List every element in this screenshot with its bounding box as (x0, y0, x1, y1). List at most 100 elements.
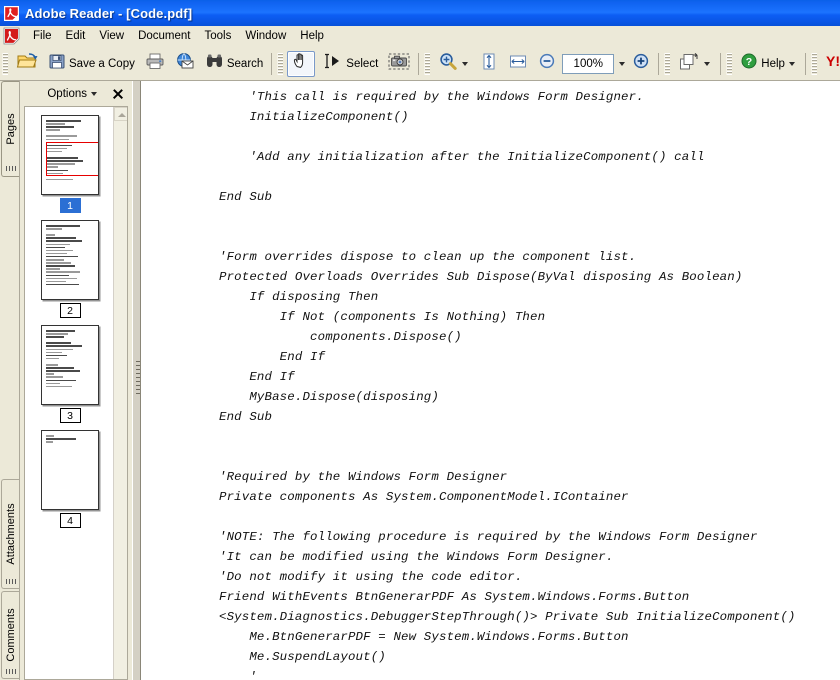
chevron-down-icon[interactable] (789, 62, 795, 66)
thumbnail-scrollbar[interactable] (113, 107, 127, 679)
toolbar: Save a Copy (0, 47, 840, 81)
svg-text:Y!: Y! (826, 53, 840, 69)
page-layout-button[interactable] (674, 51, 716, 77)
menu-help[interactable]: Help (293, 28, 331, 45)
zoom-in-button[interactable] (628, 51, 654, 77)
hand-tool-icon (291, 51, 311, 76)
binoculars-icon (205, 52, 224, 75)
camera-snapshot-icon (388, 52, 410, 76)
pages-panel: Options (20, 81, 132, 680)
toolbar-group-layout (662, 49, 717, 79)
page-layout-icon (678, 52, 700, 76)
toolbar-group-help: ? Help (724, 49, 802, 79)
menu-view[interactable]: View (92, 28, 131, 45)
zoom-tool-button[interactable] (434, 51, 474, 77)
toolbar-gripper[interactable] (424, 53, 430, 75)
pages-panel-header: Options (20, 81, 132, 106)
chevron-down-icon[interactable] (704, 62, 710, 66)
splitter-grip (136, 361, 140, 395)
toolbar-gripper[interactable] (726, 53, 732, 75)
toolbar-separator (658, 53, 659, 75)
adobe-reader-icon (3, 5, 20, 22)
save-a-copy-button[interactable]: Save a Copy (44, 51, 139, 77)
menu-edit[interactable]: Edit (59, 28, 93, 45)
thumbnail-item[interactable]: 1 (25, 115, 115, 213)
text-select-icon (321, 52, 343, 75)
scroll-up-arrow-icon[interactable] (114, 107, 128, 121)
chevron-down-icon[interactable] (619, 62, 625, 66)
zoom-out-icon (538, 52, 556, 75)
thumbnail-item[interactable]: 3 (25, 325, 115, 423)
navigation-tab-strip: Pages Attachments Comments (0, 81, 20, 680)
thumbnail-page-number[interactable]: 4 (60, 513, 81, 528)
select-tool-button[interactable]: Select (317, 51, 382, 77)
page-thumbnail-list[interactable]: 1 (24, 106, 128, 680)
sidebar-tab-attachments-label: Attachments (5, 503, 17, 564)
options-button[interactable]: Options (44, 86, 102, 102)
zoom-out-button[interactable] (534, 51, 560, 77)
magnifier-icon (438, 52, 458, 76)
toolbar-gripper[interactable] (277, 53, 283, 75)
adobe-reader-icon (2, 27, 22, 46)
zoom-level-input[interactable]: 100% (562, 54, 614, 74)
tab-grip (6, 166, 17, 171)
tab-grip (6, 669, 17, 674)
toolbar-gripper[interactable] (811, 53, 817, 75)
menu-window[interactable]: Window (238, 28, 293, 45)
thumbnail-page-2[interactable] (41, 220, 99, 300)
open-button[interactable] (12, 51, 42, 77)
toolbar-separator (418, 53, 419, 75)
menu-file[interactable]: File (26, 28, 59, 45)
search-button[interactable]: Search (201, 51, 267, 77)
thumbnail-item[interactable]: 4 (25, 430, 115, 528)
thumbnail-page-number[interactable]: 2 (60, 303, 81, 318)
panel-splitter[interactable] (132, 81, 141, 680)
svg-text:?: ? (746, 56, 752, 68)
toolbar-separator (805, 53, 806, 75)
open-folder-icon (16, 51, 38, 76)
pdf-code-text: 'This call is required by the Windows Fo… (141, 87, 840, 680)
fit-width-button[interactable] (504, 51, 532, 77)
sidebar-tab-pages[interactable]: Pages (1, 81, 19, 177)
sidebar-tab-comments-label: Comments (5, 608, 17, 661)
menu-document[interactable]: Document (131, 28, 197, 45)
thumbnail-page-4[interactable] (41, 430, 99, 510)
sidebar-tab-comments[interactable]: Comments (1, 591, 19, 679)
print-button[interactable] (141, 51, 169, 77)
fit-page-button[interactable] (476, 51, 502, 77)
thumbnail-item[interactable]: 2 (25, 220, 115, 318)
thumbnail-page-number[interactable]: 1 (60, 198, 81, 213)
help-label: Help (761, 58, 785, 70)
toolbar-group-tools: Select (275, 49, 415, 79)
yahoo-toolbar-button[interactable]: Y! (821, 51, 840, 77)
search-label: Search (227, 58, 263, 70)
thumbnail-page-1[interactable] (41, 115, 99, 195)
title-bar: Adobe Reader - [Code.pdf] (0, 0, 840, 26)
sidebar-tab-attachments[interactable]: Attachments (1, 479, 19, 589)
thumbnail-page-number[interactable]: 3 (60, 408, 81, 423)
thumbnail-container: 1 (25, 107, 115, 679)
close-icon[interactable] (110, 86, 126, 102)
sidebar-tab-pages-label: Pages (5, 113, 17, 144)
chevron-down-icon[interactable] (462, 62, 468, 66)
window-title: Adobe Reader - [Code.pdf] (25, 6, 192, 21)
workspace: Pages Attachments Comments Options (0, 81, 840, 680)
fit-width-icon (508, 52, 528, 76)
toolbar-separator (720, 53, 721, 75)
fit-page-icon (480, 52, 498, 76)
email-globe-icon (175, 52, 195, 75)
options-label: Options (47, 88, 87, 100)
snapshot-button[interactable] (384, 51, 414, 77)
email-button[interactable] (171, 51, 199, 77)
hand-tool-button[interactable] (287, 51, 315, 77)
menu-tools[interactable]: Tools (198, 28, 239, 45)
thumbnail-page-3[interactable] (41, 325, 99, 405)
toolbar-gripper[interactable] (2, 53, 8, 75)
help-button[interactable]: ? Help (736, 51, 801, 77)
pdf-page: 'This call is required by the Windows Fo… (141, 81, 840, 680)
help-circle-icon: ? (740, 52, 758, 75)
toolbar-gripper[interactable] (664, 53, 670, 75)
save-a-copy-label: Save a Copy (69, 58, 135, 70)
yahoo-toolbar-icon: Y! (825, 52, 840, 75)
document-view[interactable]: 'This call is required by the Windows Fo… (141, 81, 840, 680)
